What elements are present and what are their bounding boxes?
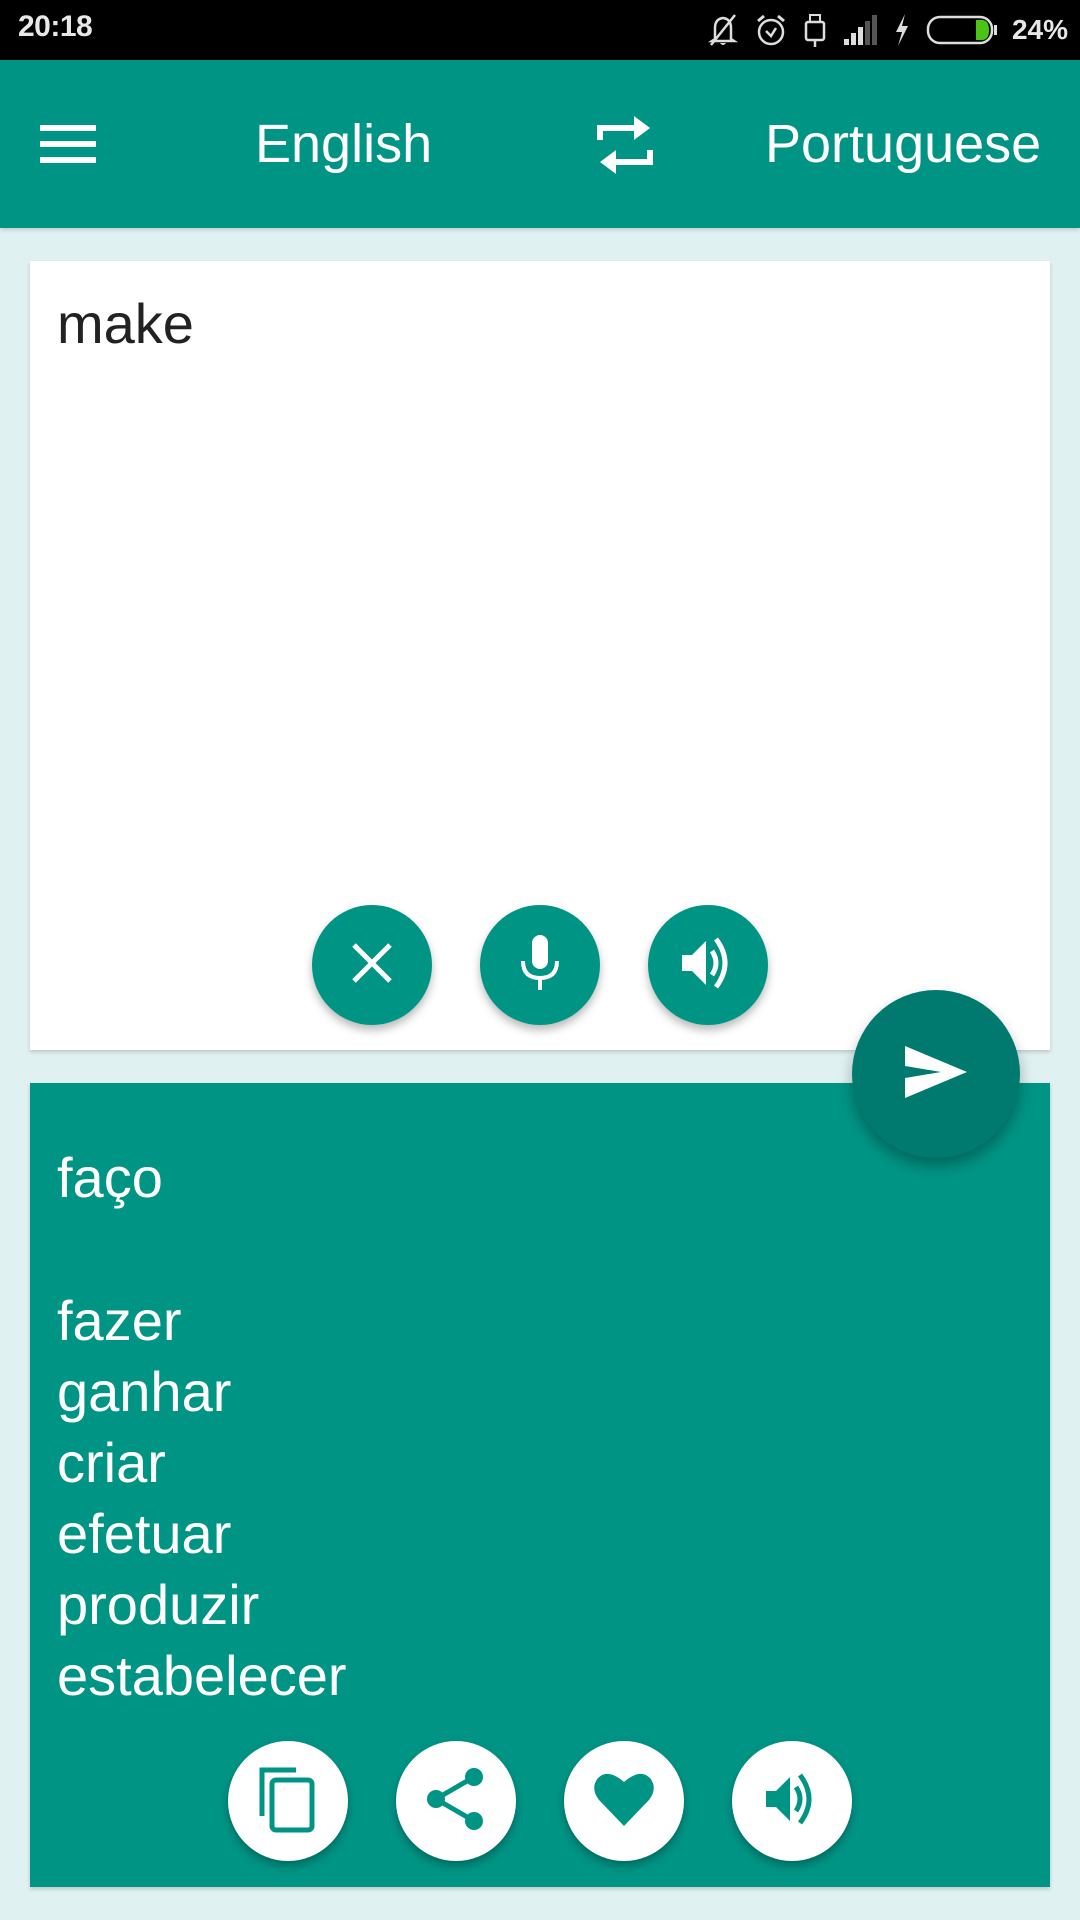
input-card: make [30,261,1050,1050]
menu-button[interactable] [40,112,130,176]
notifications-off-icon [706,12,740,48]
send-icon [903,1044,969,1105]
primary-translation: faço [57,1146,163,1209]
signal-icon [842,13,878,47]
share-icon [424,1767,488,1836]
speaker-icon [762,1769,822,1834]
source-text-input[interactable]: make [57,291,194,356]
charging-icon [892,12,912,48]
battery-icon [926,14,998,46]
source-language-selector[interactable]: English [255,112,432,176]
swap-languages-button[interactable] [590,110,660,180]
output-card: faço fazer ganhar criar efetuar produzir… [30,1083,1050,1887]
alternative-translation-item: efetuar [57,1502,232,1565]
alternative-translation-item: estabelecer [57,1644,347,1707]
microphone-icon [515,933,565,998]
status-bar: 20:18 24% [0,0,1080,60]
speak-output-button[interactable] [732,1741,852,1861]
share-button[interactable] [396,1741,516,1861]
battery-percent: 24% [1011,14,1068,45]
alternative-translations: fazer ganhar criar efetuar produzir esta… [57,1285,347,1711]
copy-button[interactable] [228,1741,348,1861]
alternative-translation-item: produzir [57,1573,260,1636]
alarm-icon [754,12,788,48]
speaker-icon [678,933,738,998]
alternative-translation-item: fazer [57,1289,182,1352]
heart-icon [592,1770,656,1833]
swap-languages-icon [590,116,660,184]
status-icons: 24% [706,8,1068,52]
usb-icon [802,12,828,48]
clear-button[interactable] [312,905,432,1025]
favorite-button[interactable] [564,1741,684,1861]
translate-send-button[interactable] [852,990,1020,1158]
speak-input-button[interactable] [648,905,768,1025]
status-time: 20:18 [18,10,93,43]
voice-input-button[interactable] [480,905,600,1025]
copy-icon [256,1764,320,1839]
alternative-translation-item: ganhar [57,1360,232,1423]
target-language-selector[interactable]: Portuguese [765,112,1041,176]
hamburger-menu-icon [40,125,100,180]
close-icon [348,939,396,992]
alternative-translation-item: criar [57,1431,166,1494]
app-bar: English Portuguese [0,60,1080,228]
